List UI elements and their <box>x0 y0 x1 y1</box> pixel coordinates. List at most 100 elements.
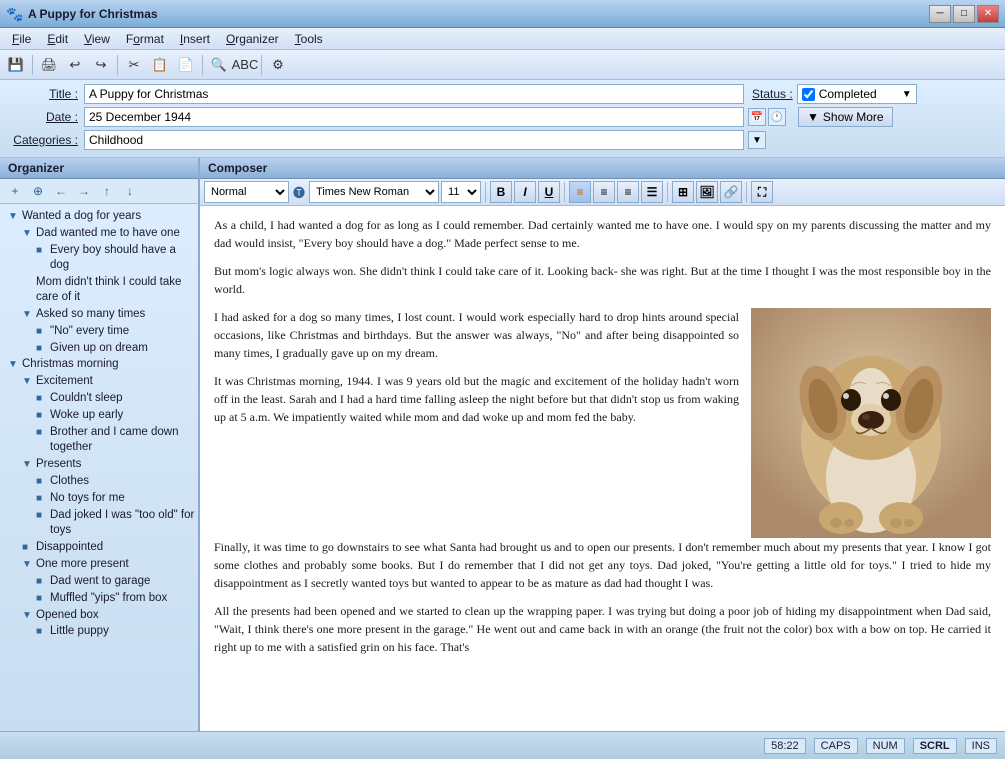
bullet-icon: ■ <box>36 592 50 605</box>
categories-label: Categories : <box>8 133 78 147</box>
categories-input[interactable] <box>84 130 744 150</box>
tree-node-label: Little puppy <box>50 624 109 639</box>
scrl-indicator: SCRL <box>913 738 957 754</box>
toolbar-separator-3 <box>202 55 203 75</box>
org-add-button[interactable]: + <box>4 181 26 201</box>
status-dropdown[interactable]: Completed ▼ <box>797 84 917 104</box>
list-item[interactable]: ▼ Presents <box>0 456 198 473</box>
clock-icon-btn[interactable]: 🕐 <box>768 108 786 126</box>
toolbar: 💾 🖨 ↩ ↪ ✂ 📋 📄 🔍 ABC ⚙ <box>0 50 1005 80</box>
calendar-icon-btn[interactable]: 📅 <box>748 108 766 126</box>
redo-button[interactable]: ↪ <box>89 54 113 76</box>
list-item[interactable]: ■ Clothes <box>0 473 198 490</box>
menu-tools[interactable]: Tools <box>287 30 331 48</box>
cut-button[interactable]: ✂ <box>122 54 146 76</box>
show-more-icon: ▼ <box>807 110 819 124</box>
status-bar: 58:22 CAPS NUM SCRL INS <box>0 731 1005 759</box>
tree-node-label: Christmas morning <box>22 357 119 372</box>
content-text-column: I had asked for a dog so many times, I l… <box>214 308 739 538</box>
search-button[interactable]: 🔍 <box>207 54 231 76</box>
minimize-button[interactable]: ─ <box>929 5 951 23</box>
status-checkbox[interactable] <box>802 88 815 101</box>
tree-node-label: Muffled "yips" from box <box>50 591 167 606</box>
categories-dropdown-arrow[interactable]: ▼ <box>748 131 766 149</box>
paste-button[interactable]: 📄 <box>174 54 198 76</box>
menu-view[interactable]: View <box>76 30 118 48</box>
save-button[interactable]: 💾 <box>4 54 28 76</box>
list-item[interactable]: ▼ Excitement <box>0 373 198 390</box>
close-button[interactable]: ✕ <box>977 5 999 23</box>
bullet-icon: ■ <box>36 342 50 355</box>
org-indent-button[interactable]: → <box>73 181 95 201</box>
composer-content[interactable]: As a child, I had wanted a dog for as lo… <box>200 206 1005 731</box>
org-move-up-button[interactable]: ↑ <box>96 181 118 201</box>
org-add-child-button[interactable]: ⊕ <box>27 181 49 201</box>
menu-format[interactable]: Format <box>118 30 172 48</box>
size-select[interactable]: 8910 111214 1618 <box>441 181 481 203</box>
list-item[interactable]: ■ Brother and I came down together <box>0 424 198 456</box>
org-outdent-button[interactable]: ← <box>50 181 72 201</box>
list-item[interactable]: ▼ Opened box <box>0 607 198 624</box>
spellcheck-button[interactable]: ABC <box>233 54 257 76</box>
date-input[interactable] <box>84 107 744 127</box>
list-item[interactable]: ▼ Asked so many times <box>0 306 198 323</box>
fullscreen-button[interactable]: ⛶ <box>751 181 773 203</box>
list-item[interactable]: ■ Every boy should have a dog <box>0 242 198 274</box>
tree-node-label: "No" every time <box>50 324 129 339</box>
list-item[interactable]: ▼ Dad wanted me to have one <box>0 225 198 242</box>
align-justify-button[interactable]: ☰ <box>641 181 663 203</box>
list-item[interactable]: ■ Dad joked I was "too old" for toys <box>0 507 198 539</box>
title-input[interactable] <box>84 84 744 104</box>
list-item[interactable]: ▼ Wanted a dog for years <box>0 208 198 225</box>
menu-edit[interactable]: Edit <box>39 30 76 48</box>
font-select[interactable]: Times New Roman Arial Courier New <box>309 181 439 203</box>
show-more-button[interactable]: ▼ Show More <box>798 107 893 127</box>
list-item[interactable]: ■ No toys for me <box>0 490 198 507</box>
menu-file[interactable]: File <box>4 30 39 48</box>
status-area: Status : Completed ▼ <box>752 84 917 104</box>
list-item[interactable]: ■ Muffled "yips" from box <box>0 590 198 607</box>
organizer-header: Organizer <box>0 158 198 179</box>
bullet-icon: ■ <box>36 426 50 439</box>
insert-image-button[interactable]: 🖼 <box>696 181 718 203</box>
insert-table-button[interactable]: ⊞ <box>672 181 694 203</box>
undo-button[interactable]: ↩ <box>63 54 87 76</box>
maximize-button[interactable]: □ <box>953 5 975 23</box>
align-left-button[interactable]: ≡ <box>569 181 591 203</box>
settings-button[interactable]: ⚙ <box>266 54 290 76</box>
menu-organizer[interactable]: Organizer <box>218 30 287 48</box>
style-select[interactable]: Normal Heading 1 Heading 2 Heading 3 <box>204 181 289 203</box>
insert-link-button[interactable]: 🔗 <box>720 181 742 203</box>
list-item[interactable]: ■ Woke up early <box>0 407 198 424</box>
bullet-icon: ■ <box>36 625 50 638</box>
menu-insert[interactable]: Insert <box>172 30 218 48</box>
list-item[interactable]: ■ Disappointed <box>0 539 198 556</box>
list-item[interactable]: ■ "No" every time <box>0 323 198 340</box>
copy-button[interactable]: 📋 <box>148 54 172 76</box>
list-item[interactable]: ▼ One more present <box>0 556 198 573</box>
print-button[interactable]: 🖨 <box>37 54 61 76</box>
bold-button[interactable]: B <box>490 181 512 203</box>
tree-node-label: Given up on dream <box>50 341 148 356</box>
bullet-icon: ■ <box>36 325 50 338</box>
list-item[interactable]: ■ Couldn't sleep <box>0 390 198 407</box>
org-move-down-button[interactable]: ↓ <box>119 181 141 201</box>
tree-node-label: Presents <box>36 457 81 472</box>
bullet-icon: ■ <box>36 244 50 257</box>
organizer-panel: Organizer + ⊕ ← → ↑ ↓ ▼ Wanted a dog for… <box>0 158 200 731</box>
list-item[interactable]: ▼ Christmas morning <box>0 356 198 373</box>
date-row: Date : 📅 🕐 ▼ Show More <box>8 107 997 127</box>
bullet-icon: ■ <box>36 475 50 488</box>
list-item[interactable]: ■ Little puppy <box>0 623 198 640</box>
align-center-button[interactable]: ≡ <box>593 181 615 203</box>
composer-panel: Composer Normal Heading 1 Heading 2 Head… <box>200 158 1005 731</box>
italic-button[interactable]: I <box>514 181 536 203</box>
list-item[interactable]: ■ Dad went to garage <box>0 573 198 590</box>
puppy-image <box>751 308 991 538</box>
tree-node-label: Opened box <box>36 608 99 623</box>
list-item[interactable]: Mom didn't think I could take care of it <box>0 274 198 306</box>
align-right-button[interactable]: ≡ <box>617 181 639 203</box>
paragraph-4: It was Christmas morning, 1944. I was 9 … <box>214 372 739 426</box>
underline-button[interactable]: U <box>538 181 560 203</box>
list-item[interactable]: ■ Given up on dream <box>0 340 198 357</box>
